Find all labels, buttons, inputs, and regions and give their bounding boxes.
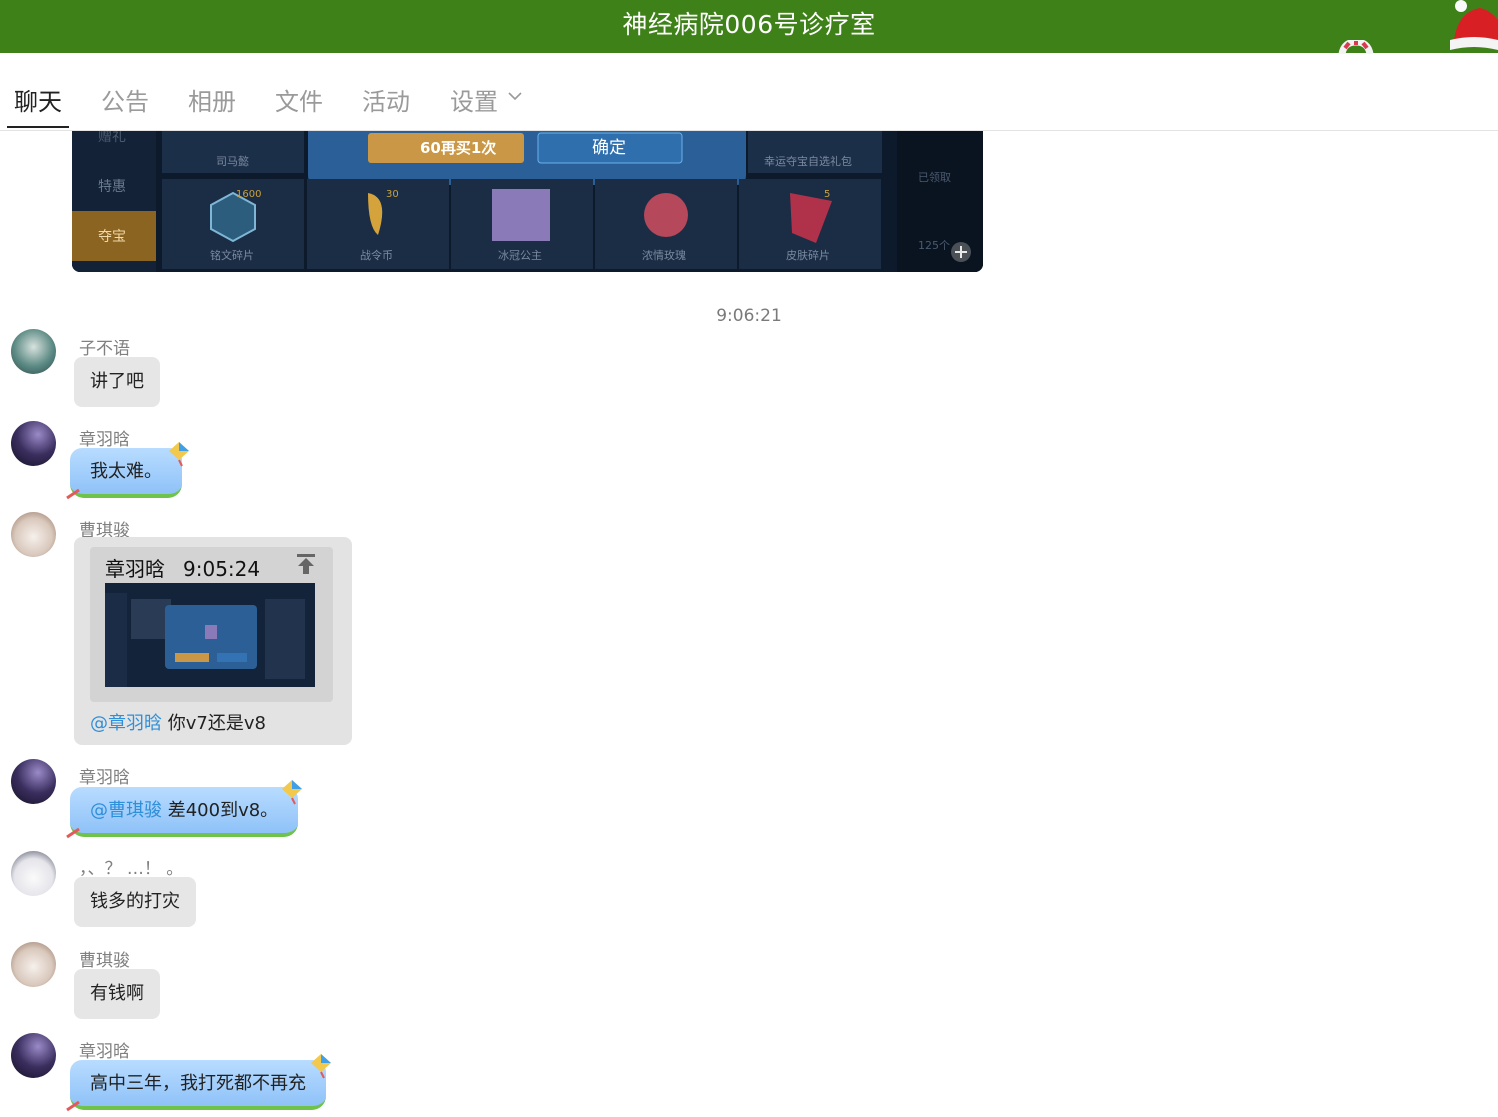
game-badge: 30	[386, 189, 399, 200]
message-bubble[interactable]: 钱多的打灾	[74, 877, 196, 927]
avatar[interactable]	[11, 421, 56, 466]
santa-hat-icon	[1450, 0, 1498, 50]
game-right-label: 已领取	[918, 171, 951, 184]
window-title: 神经病院006号诊疗室	[622, 10, 876, 39]
game-confirm-label: 确定	[592, 138, 626, 158]
mention-link[interactable]: @曹琪骏	[90, 800, 162, 821]
sender-name[interactable]: 章羽晗	[79, 763, 130, 788]
sender-name[interactable]: 子不语	[79, 334, 130, 359]
game-item-label: 冰冠公主	[498, 249, 542, 262]
mention-link[interactable]: @章羽晗	[90, 713, 162, 734]
sender-name[interactable]: ，、？ …！ 。	[79, 854, 183, 879]
chevron-down-icon[interactable]	[508, 91, 522, 101]
title-bar: 神经病院006号诊疗室	[0, 0, 1498, 54]
game-sidebar-item: 特惠	[98, 179, 126, 195]
game-item-label: 司马懿	[216, 154, 249, 168]
game-right-label: 125个	[918, 239, 950, 252]
kite-icon	[169, 442, 189, 467]
message-bubble[interactable]: 我太难。	[70, 448, 182, 498]
avatar[interactable]	[11, 851, 56, 896]
tab-activity[interactable]: 活动	[362, 82, 410, 117]
sender-name[interactable]: 章羽晗	[79, 1037, 130, 1062]
game-item-label: 幸运夺宝自选礼包	[764, 154, 852, 168]
game-sidebar-item: 赠礼	[98, 131, 126, 145]
message-bubble[interactable]: 高中三年，我打死都不再充	[70, 1060, 326, 1110]
message-bubble[interactable]: 讲了吧	[74, 357, 160, 407]
quoted-image-thumbnail[interactable]	[105, 583, 315, 687]
avatar[interactable]	[11, 512, 56, 557]
quote-header: 章羽晗 9:05:24	[105, 553, 260, 582]
quote-author: 章羽晗	[105, 557, 165, 581]
chat-message-list[interactable]: 60再买1次 确定 赠礼 特惠 夺宝 司马懿 幸运夺宝自选礼包 铭文碎片 战令币…	[0, 131, 1498, 1117]
candy-stick-icon	[66, 1100, 80, 1112]
tab-announcement[interactable]: 公告	[101, 82, 149, 117]
thumbnail-graphic	[105, 583, 315, 687]
quoted-message[interactable]: 章羽晗 9:05:24	[90, 547, 333, 702]
quote-time: 9:05:24	[183, 557, 261, 581]
game-item-label: 皮肤碎片	[786, 248, 830, 262]
game-item-label: 浓情玫瑰	[642, 248, 686, 262]
game-item-label: 铭文碎片	[210, 248, 254, 262]
game-badge: 1600	[236, 189, 261, 200]
tab-chat[interactable]: 聊天	[14, 82, 62, 117]
game-buy-again-label: 60再买1次	[420, 139, 496, 157]
active-tab-indicator	[7, 126, 69, 128]
message-bubble[interactable]: 有钱啊	[74, 969, 160, 1019]
message-text: @章羽晗 你v7还是v8	[90, 709, 266, 735]
avatar[interactable]	[11, 759, 56, 804]
game-screenshot: 60再买1次 确定 赠礼 特惠 夺宝 司马懿 幸运夺宝自选礼包 铭文碎片 战令币…	[72, 131, 983, 272]
game-badge: 5	[824, 189, 830, 200]
tab-bar: 聊天 公告 相册 文件 活动 设置	[0, 54, 1498, 131]
tab-settings[interactable]: 设置	[450, 82, 498, 117]
message-image[interactable]: 60再买1次 确定 赠礼 特惠 夺宝 司马懿 幸运夺宝自选礼包 铭文碎片 战令币…	[72, 131, 983, 272]
game-item-label: 战令币	[360, 248, 393, 262]
avatar[interactable]	[11, 942, 56, 987]
candy-cane-icon	[1338, 40, 1374, 54]
message-body: 差400到v8。	[162, 800, 279, 821]
sender-name[interactable]: 曹琪骏	[79, 946, 130, 971]
avatar[interactable]	[11, 329, 56, 374]
message-body: 你v7还是v8	[162, 713, 266, 734]
candy-stick-icon	[66, 827, 80, 839]
avatar[interactable]	[11, 1033, 56, 1078]
game-sidebar-item: 夺宝	[98, 229, 126, 245]
message-timestamp: 9:06:21	[716, 306, 782, 326]
tab-files[interactable]: 文件	[275, 82, 323, 117]
kite-icon	[282, 780, 302, 805]
quote-message-bubble[interactable]: 章羽晗 9:05:24 @章羽晗 你v7还是v8	[74, 537, 352, 745]
pin-to-top-icon[interactable]	[296, 553, 316, 575]
sender-name[interactable]: 章羽晗	[79, 425, 130, 450]
message-bubble[interactable]: @曹琪骏 差400到v8。	[70, 787, 299, 837]
kite-icon	[311, 1054, 331, 1079]
candy-stick-icon	[66, 488, 80, 500]
tab-album[interactable]: 相册	[188, 82, 236, 117]
